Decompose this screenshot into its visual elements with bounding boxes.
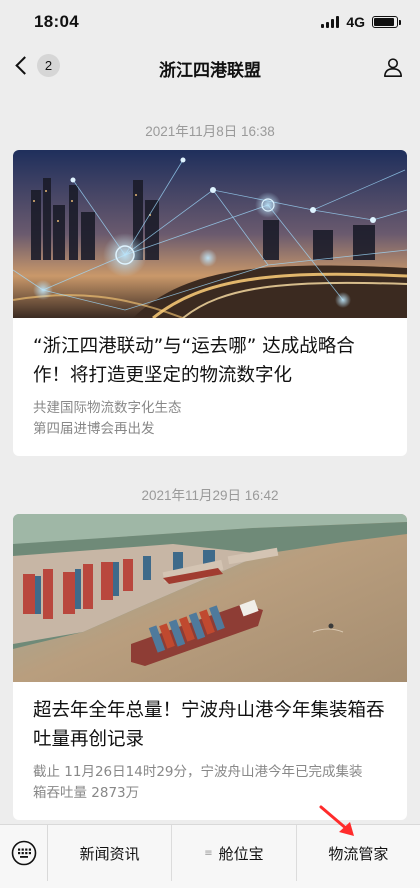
chevron-left-icon	[15, 56, 34, 75]
keyboard-icon	[11, 840, 36, 866]
article-cover-image	[13, 150, 407, 318]
article-summary: 截止 11月26日14时29分，宁波舟山港今年已完成集装 箱吞吐量 2873万	[33, 762, 387, 804]
menu-item-label: 物流管家	[328, 844, 389, 863]
article-card[interactable]: 超去年全年总量！宁波舟山港今年集装箱吞吐量再创记录 截止 11月26日14时29…	[13, 514, 407, 820]
article-card-body: “浙江四港联动”与“运去哪” 达成战略合作！将打造更坚定的物流数字化 共建国际物…	[13, 318, 407, 456]
signal-icon	[321, 16, 340, 28]
menu-item-booking[interactable]: ≡ 舱位宝	[171, 825, 295, 881]
menu-item-label: 新闻资讯	[79, 844, 140, 863]
status-time: 18:04	[34, 12, 79, 31]
article-card-body: 超去年全年总量！宁波舟山港今年集装箱吞吐量再创记录 截止 11月26日14时29…	[13, 682, 407, 820]
summary-line: 箱吞吐量 2873万	[33, 785, 140, 801]
back-button[interactable]: 2	[12, 54, 60, 77]
message-timestamp: 2021年11月8日 16:38	[145, 124, 275, 139]
article-summary: 共建国际物流数字化生态 第四届进博会再出发	[33, 398, 387, 440]
article-cover-image	[13, 514, 407, 682]
network-type: 4G	[346, 14, 365, 30]
page-title: 浙江四港联盟	[159, 60, 261, 81]
status-bar: 18:04 4G	[0, 0, 420, 44]
message-timestamp: 2021年11月29日 16:42	[141, 488, 279, 503]
summary-line: 第四届进博会再出发	[33, 421, 155, 437]
bottom-menu-bar: 新闻资讯 ≡ 舱位宝 物流管家	[0, 824, 420, 888]
submenu-icon: ≡	[204, 847, 213, 859]
unread-count-badge: 2	[37, 54, 60, 77]
article-title: 超去年全年总量！宁波舟山港今年集装箱吞吐量再创记录	[33, 700, 385, 750]
article-title: “浙江四港联动”与“运去哪” 达成战略合作！将打造更坚定的物流数字化	[33, 336, 355, 386]
menu-item-label: 舱位宝	[218, 844, 264, 863]
person-icon[interactable]	[382, 56, 404, 78]
summary-line: 共建国际物流数字化生态	[33, 400, 182, 416]
nav-bar: 2 浙江四港联盟	[0, 44, 420, 92]
menu-item-logistics[interactable]: 物流管家	[295, 825, 420, 881]
article-card[interactable]: “浙江四港联动”与“运去哪” 达成战略合作！将打造更坚定的物流数字化 共建国际物…	[13, 150, 407, 456]
message-feed[interactable]: 2021年11月8日 16:38 “浙江四港联动”与“运去哪” 达成战略合作！将…	[0, 92, 420, 824]
status-indicators: 4G	[321, 14, 401, 30]
summary-line: 截止 11月26日14时29分，宁波舟山港今年已完成集装	[33, 764, 363, 780]
menu-item-news[interactable]: 新闻资讯	[48, 825, 171, 881]
battery-level	[374, 18, 394, 26]
keyboard-toggle-button[interactable]	[0, 825, 48, 881]
battery-icon	[372, 16, 401, 28]
